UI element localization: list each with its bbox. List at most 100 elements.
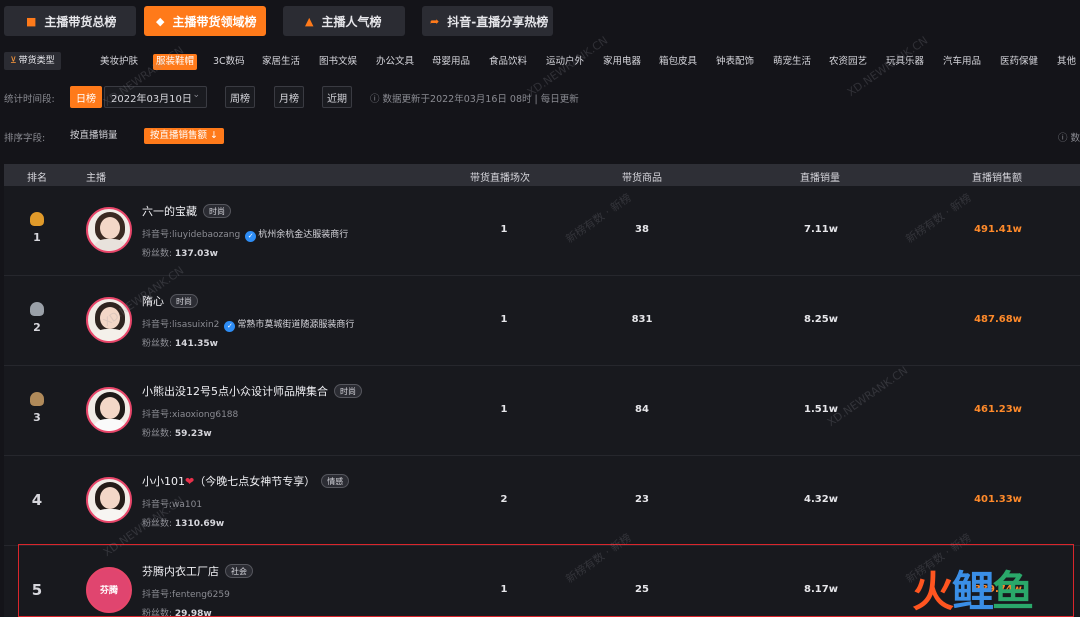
anchor-name[interactable]: 小熊出没12号5点小众设计师品牌集合 时尚 — [142, 383, 362, 399]
category-item[interactable]: 母婴用品 — [432, 54, 470, 70]
stat-period-row: 统计时间段: 日榜 2022年03月10日 ⌄ 周榜 月榜 近期 ⓘ 数据更新于… — [0, 84, 1080, 110]
category-tag: 时尚 — [334, 384, 362, 398]
corner-brand-logo: 火鲤鱼 — [912, 567, 1034, 616]
bronze-medal-icon — [30, 392, 44, 406]
daily-ranking-button[interactable]: 日榜 — [70, 86, 102, 108]
amount-value: 487.68w — [974, 314, 1022, 325]
ranking-table: 排名 主播 带货直播场次 带货商品 直播销量 直播销售额 1 六一的宝藏 时尚 抖… — [4, 164, 1080, 617]
category-item[interactable]: 钟表配饰 — [716, 54, 754, 70]
bag-icon: ■ — [26, 14, 37, 28]
category-item[interactable]: 医药保健 — [1000, 54, 1038, 70]
tab-share-ranking[interactable]: ➦ 抖音-直播分享热榜 — [422, 6, 553, 36]
table-row[interactable]: 3 小熊出没12号5点小众设计师品牌集合 时尚 抖音号:xiaoxiong6188… — [4, 366, 1080, 456]
anchor-name[interactable]: 小小101❤（今晚七点女神节专享） 情感 — [142, 473, 350, 489]
tab-popularity-ranking[interactable]: ▲ 主播人气榜 — [283, 6, 405, 36]
anchor-name[interactable]: 芬腾内衣工厂店 社会 — [142, 563, 253, 579]
products-value: 23 — [635, 494, 649, 505]
category-item[interactable]: 运动户外 — [546, 54, 584, 70]
category-item[interactable]: 美妆护肤 — [100, 54, 138, 70]
header-sessions: 带货直播场次 — [470, 173, 530, 184]
category-tag: 时尚 — [170, 294, 198, 308]
category-item[interactable]: 箱包皮具 — [659, 54, 697, 70]
weekly-ranking-button[interactable]: 周榜 — [225, 86, 255, 108]
box-icon: ◆ — [156, 14, 165, 28]
clock-icon: ⓘ — [370, 94, 380, 105]
anchor-account: 抖音号:fenteng6259 — [142, 590, 230, 600]
anchor-account: 抖音号:xiaoxiong6188 — [142, 410, 239, 420]
sort-label: 排序字段: — [4, 133, 46, 144]
category-tag: 社会 — [225, 564, 253, 578]
table-header: 排名 主播 带货直播场次 带货商品 直播销量 直播销售额 — [4, 164, 1080, 186]
rank-number: 2 — [33, 321, 41, 334]
sales-value: 1.51w — [804, 404, 838, 415]
table-row[interactable]: 1 六一的宝藏 时尚 抖音号:liuyidebaozang ✓ 杭州余杭金达服装商行 … — [4, 186, 1080, 276]
category-item[interactable]: 农资园艺 — [829, 54, 867, 70]
header-rank: 排名 — [27, 173, 47, 184]
category-item[interactable]: 玩具乐器 — [886, 54, 924, 70]
silver-medal-icon — [30, 302, 44, 316]
sales-value: 4.32w — [804, 494, 838, 505]
sessions-value: 1 — [500, 404, 508, 415]
category-filter: ⊻ 带货类型 美妆护肤 服装鞋帽 3C数码 家居生活 图书文娱 办公文具 母婴用品… — [0, 50, 1080, 72]
tab-total-ranking[interactable]: ■ 主播带货总榜 — [4, 6, 136, 36]
category-item[interactable]: 3C数码 — [213, 54, 245, 70]
category-item[interactable]: 食品饮料 — [489, 54, 527, 70]
anchor-name[interactable]: 六一的宝藏 时尚 — [142, 203, 231, 219]
tab-domain-ranking[interactable]: ◆ 主播带货领域榜 — [144, 6, 266, 36]
update-note: ⓘ 数据更新于2022年03月16日 08时 | 每日更新 — [370, 94, 579, 105]
amount-value: 401.33w — [974, 494, 1022, 505]
verified-icon: ✓ — [224, 321, 236, 332]
recent-ranking-button[interactable]: 近期 — [322, 86, 352, 108]
table-row[interactable]: 4 小小101❤（今晚七点女神节专享） 情感 抖音号:wa101 粉丝数: 131… — [4, 456, 1080, 546]
avatar[interactable] — [86, 477, 132, 523]
header-amount: 直播销售额 — [972, 173, 1022, 184]
anchor-account: 抖音号:lisasuixin2 ✓ 常熟市莫城街道随源服装商行 — [142, 320, 355, 332]
anchor-account: 抖音号:wa101 — [142, 500, 203, 510]
products-value: 38 — [635, 224, 649, 235]
fans-count: 粉丝数: 137.03w — [142, 249, 218, 259]
products-value: 831 — [631, 314, 653, 325]
category-item[interactable]: 图书文娱 — [319, 54, 357, 70]
category-item[interactable]: 其他 — [1057, 54, 1076, 70]
sessions-value: 1 — [500, 314, 508, 325]
sessions-value: 2 — [500, 494, 508, 505]
anchor-name[interactable]: 隋心 时尚 — [142, 293, 198, 309]
rank-number: 5 — [31, 581, 43, 599]
category-item-active[interactable]: 服装鞋帽 — [153, 54, 198, 70]
sort-by-amount-option[interactable]: 按直播销售额 ↓ — [144, 128, 225, 144]
header-sales: 直播销量 — [800, 173, 840, 184]
products-value: 25 — [635, 584, 649, 595]
category-tag: 情感 — [321, 474, 350, 488]
date-select[interactable]: 2022年03月10日 ⌄ — [104, 86, 207, 108]
help-link[interactable]: ⓘ 数 — [1058, 130, 1080, 144]
sales-value: 8.17w — [804, 584, 838, 595]
avatar[interactable] — [86, 207, 132, 253]
brand-logo-avatar[interactable]: 芬腾 — [86, 567, 132, 613]
header-anchor: 主播 — [86, 173, 106, 184]
ranking-tabs: ■ 主播带货总榜 ◆ 主播带货领域榜 ▲ 主播人气榜 ➦ 抖音-直播分享热榜 — [0, 0, 1080, 44]
sort-arrow-icon: ↓ — [210, 130, 219, 141]
stat-period-label: 统计时间段: — [4, 94, 55, 105]
sales-value: 8.25w — [804, 314, 838, 325]
category-item[interactable]: 办公文具 — [376, 54, 414, 70]
fire-icon: ▲ — [305, 14, 314, 28]
header-products: 带货商品 — [622, 173, 662, 184]
sort-by-sales-option[interactable]: 按直播销量 — [70, 128, 118, 144]
amount-value: 491.41w — [974, 224, 1022, 235]
heart-icon: ❤ — [185, 475, 195, 488]
avatar[interactable] — [86, 297, 132, 343]
sessions-value: 1 — [500, 584, 508, 595]
gold-medal-icon — [30, 212, 44, 226]
rank-number: 1 — [33, 231, 41, 244]
cart-icon: ⊻ — [10, 56, 17, 66]
category-item[interactable]: 家用电器 — [603, 54, 641, 70]
verified-icon: ✓ — [245, 231, 257, 242]
help-icon: ⓘ — [1057, 133, 1068, 144]
monthly-ranking-button[interactable]: 月榜 — [274, 86, 304, 108]
avatar[interactable] — [86, 387, 132, 433]
category-item[interactable]: 萌宠生活 — [773, 54, 811, 70]
category-item[interactable]: 家居生活 — [262, 54, 300, 70]
category-item[interactable]: 汽车用品 — [943, 54, 981, 70]
fans-count: 粉丝数: 1310.69w — [142, 519, 225, 529]
table-row[interactable]: 2 隋心 时尚 抖音号:lisasuixin2 ✓ 常熟市莫城街道随源服装商行 粉丝数… — [4, 276, 1080, 366]
